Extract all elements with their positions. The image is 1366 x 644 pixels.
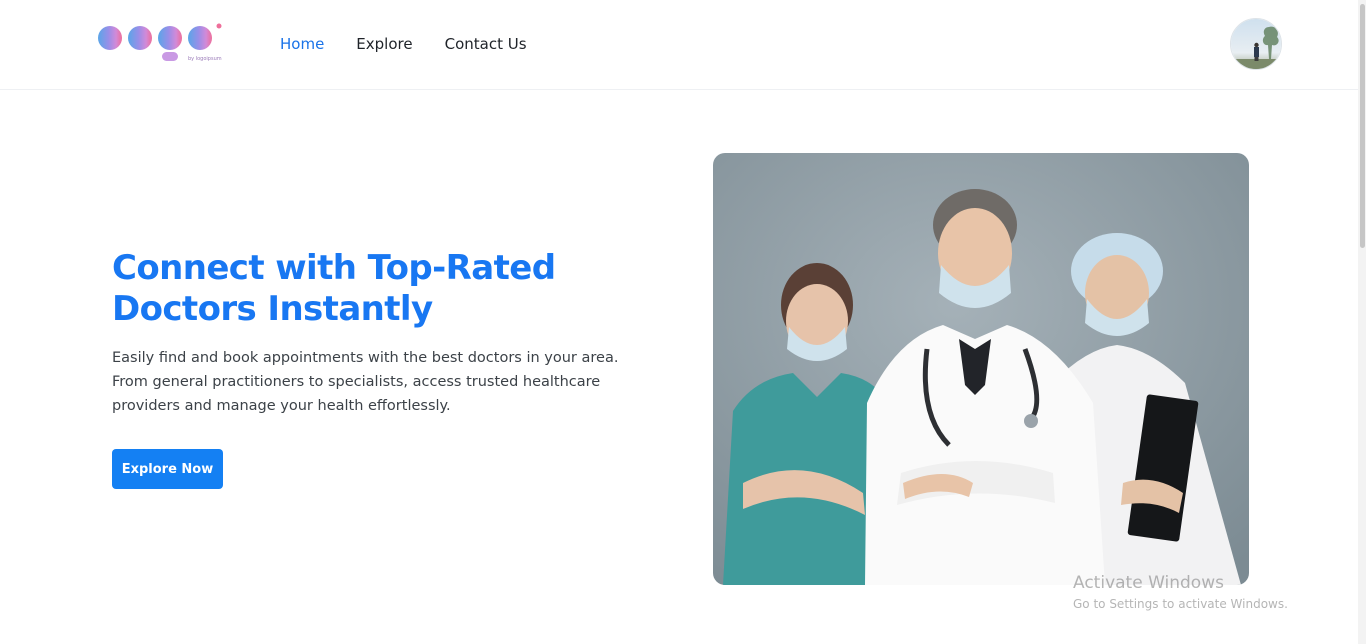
hero-description: Easily find and book appointments with t…: [112, 350, 619, 414]
main-nav: Home Explore Contact Us: [280, 34, 559, 54]
explore-now-button[interactable]: Explore Now: [112, 449, 223, 489]
avatar-image: [1231, 19, 1281, 69]
logo[interactable]: by logoipsum: [96, 20, 224, 66]
watermark-title: Activate Windows: [1073, 573, 1224, 593]
hero-title: Connect with Top-Rated Doctors Instantly: [112, 248, 556, 329]
nav-contact-us[interactable]: Contact Us: [445, 34, 527, 54]
scrollbar-thumb[interactable]: [1360, 4, 1365, 248]
nav-explore[interactable]: Explore: [356, 34, 412, 54]
nav-home[interactable]: Home: [280, 34, 324, 54]
windows-activation-watermark: Activate Windows Go to Settings to activ…: [1073, 572, 1288, 613]
user-avatar[interactable]: [1230, 18, 1282, 70]
hero-image-doctors: [713, 153, 1249, 585]
logo-subtext: by logoipsum: [188, 56, 222, 62]
top-navbar: by logoipsum Home Explore Contact Us: [0, 0, 1366, 90]
watermark-subtitle: Go to Settings to activate Windows.: [1073, 597, 1288, 611]
